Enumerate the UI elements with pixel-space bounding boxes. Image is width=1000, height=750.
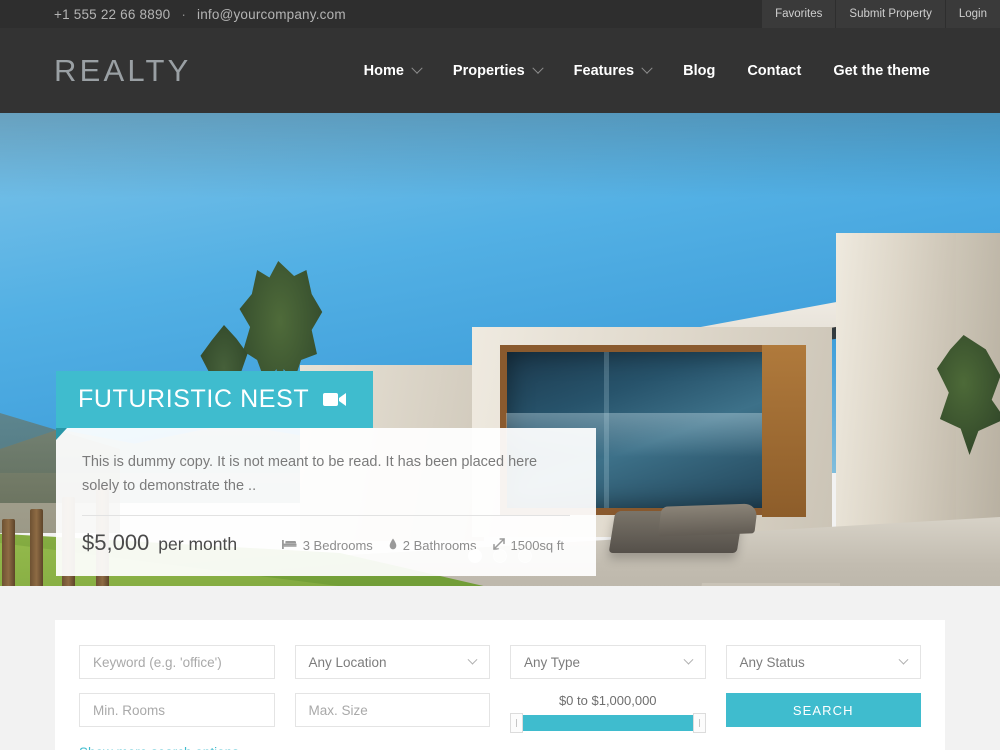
site-logo[interactable]: REALTY <box>54 53 192 89</box>
video-camera-icon <box>323 391 347 408</box>
keyword-field <box>79 645 275 679</box>
status-field: Any Status <box>725 645 921 679</box>
card-divider <box>82 514 570 516</box>
type-field: Any Type <box>510 645 706 679</box>
search-row-2: $0 to $1,000,000 SEARCH <box>79 693 921 733</box>
price-range-handle-max[interactable] <box>692 713 706 733</box>
min-rooms-field <box>79 693 275 731</box>
nav-item-properties[interactable]: Properties <box>437 62 558 79</box>
nav-item-contact[interactable]: Contact <box>731 63 817 79</box>
price-range-label: $0 to $1,000,000 <box>558 693 657 708</box>
price-range-fill <box>522 715 694 731</box>
topbar-link-login[interactable]: Login <box>944 0 1000 28</box>
main-navigation-bar: REALTY Home Properties Features Blog Con… <box>0 28 1000 113</box>
max-size-input[interactable] <box>294 693 490 727</box>
slider-dot-3[interactable] <box>518 549 532 563</box>
keyword-input[interactable] <box>79 645 275 679</box>
slider-dot-2[interactable] <box>493 549 507 563</box>
slider-dot-1[interactable] <box>468 549 482 563</box>
min-rooms-input[interactable] <box>79 693 275 727</box>
nav-item-label: Contact <box>747 62 802 79</box>
nav-item-label: Get the theme <box>833 62 930 79</box>
contact-separator: · <box>181 6 187 22</box>
type-select[interactable]: Any Type <box>510 645 706 679</box>
nav-item-label: Home <box>363 62 404 79</box>
property-search-panel: Any Location Any Type Any Status <box>55 620 945 750</box>
search-row-1: Any Location Any Type Any Status <box>79 645 921 679</box>
property-title-banner: FUTURISTIC NEST <box>56 371 374 440</box>
property-description: This is dummy copy. It is not meant to b… <box>82 454 538 495</box>
chevron-down-icon <box>411 62 423 74</box>
nav-items: Home Properties Features Blog Contact Ge… <box>348 62 946 79</box>
chevron-down-icon <box>641 62 653 74</box>
nav-item-features[interactable]: Features <box>558 62 667 79</box>
show-more-search-options-link[interactable]: Show more search options <box>79 745 921 750</box>
slider-pagination-dots <box>0 549 1000 563</box>
status-select[interactable]: Any Status <box>725 645 921 679</box>
max-size-field <box>294 693 490 731</box>
search-section: Any Location Any Type Any Status <box>0 586 1000 750</box>
nav-item-get-the-theme[interactable]: Get the theme <box>817 63 946 79</box>
topbar-link-submit-property[interactable]: Submit Property <box>835 0 945 28</box>
nav-item-label: Blog <box>683 62 716 79</box>
chevron-down-icon <box>531 62 544 74</box>
hero-slider: FUTURISTIC NEST This is dummy copy. It i… <box>0 113 1000 586</box>
status-select-value: Any Status <box>739 654 805 670</box>
search-button[interactable]: SEARCH <box>725 693 921 727</box>
type-select-value: Any Type <box>524 654 581 670</box>
topbar-link-favorites[interactable]: Favorites <box>761 0 836 28</box>
nav-item-home[interactable]: Home <box>348 62 437 79</box>
topbar-contact-info: +1 555 22 66 8890 · info@yourcompany.com <box>54 7 346 22</box>
nav-item-label: Features <box>573 62 635 79</box>
location-select[interactable]: Any Location <box>294 645 490 679</box>
chevron-down-icon <box>467 654 478 665</box>
price-range-field: $0 to $1,000,000 <box>510 693 706 733</box>
location-field: Any Location <box>294 645 490 679</box>
property-title: FUTURISTIC NEST <box>78 385 310 413</box>
nav-item-label: Properties <box>452 62 525 79</box>
price-range-handle-min[interactable] <box>510 713 523 733</box>
nav-item-blog[interactable]: Blog <box>667 63 731 79</box>
topbar-links: Favorites Submit Property Login <box>761 0 1000 28</box>
chevron-down-icon <box>898 654 909 665</box>
chevron-down-icon <box>683 654 693 665</box>
topbar: +1 555 22 66 8890 · info@yourcompany.com… <box>0 0 1000 28</box>
price-range-slider[interactable] <box>510 713 706 733</box>
phone-number: +1 555 22 66 8890 <box>54 6 171 22</box>
email-address[interactable]: info@yourcompany.com <box>197 7 346 22</box>
featured-property-card[interactable]: FUTURISTIC NEST This is dummy copy. It i… <box>56 371 596 576</box>
location-select-value: Any Location <box>308 654 387 670</box>
